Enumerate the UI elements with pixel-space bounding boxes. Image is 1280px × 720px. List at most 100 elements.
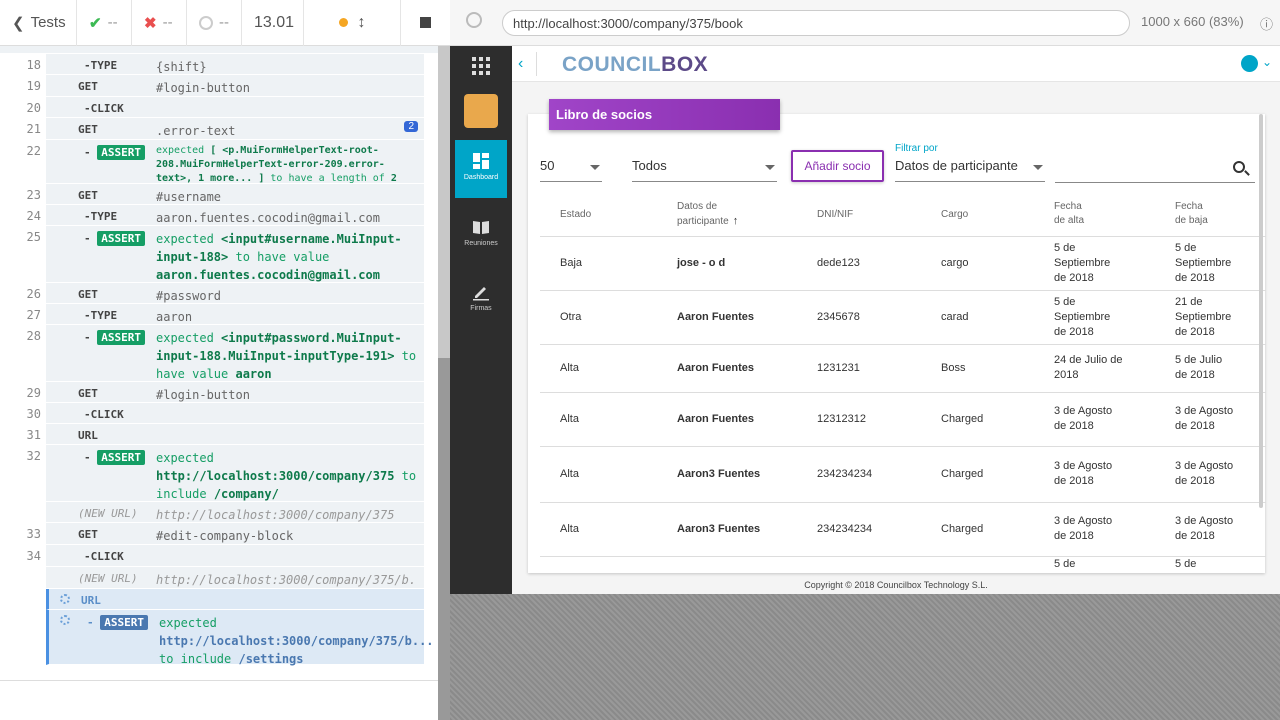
cell-alta: 3 de Agosto de 2018 (1034, 502, 1155, 557)
check-icon: ✔ (89, 14, 102, 32)
table-row[interactable]: Alta Aaron3 Fuentes 234234234 Charged 3 de A… (540, 446, 1266, 503)
col-estado[interactable]: Estado (540, 193, 657, 237)
command-row[interactable]: 29 GET #login-button (27, 382, 424, 403)
command-message: #password (156, 289, 222, 303)
message-part: /settings (238, 652, 304, 666)
command-row[interactable]: 33 GET #edit-company-block (27, 523, 424, 545)
message-part: http://localhost:3000/company/375/b... (159, 634, 434, 648)
command-row[interactable]: 18 -TYPE {shift} (27, 54, 424, 75)
cell-baja: 21 de Septiembre de 2018 (1155, 290, 1266, 345)
command-row[interactable]: 19 GET #login-button (27, 75, 424, 97)
command-name: GET (78, 189, 98, 202)
viewport-info: 1000 x 660 (83%) (1141, 14, 1244, 29)
user-icon[interactable] (1241, 55, 1258, 72)
cell-nombre: jose - o d (657, 236, 797, 291)
command-row[interactable]: 27 -TYPE aaron (27, 304, 424, 325)
command-name: GET (78, 80, 98, 93)
search-input[interactable] (1055, 182, 1255, 183)
stop-button[interactable] (401, 0, 450, 46)
command-number: 28 (26, 329, 41, 343)
command-name: GET (78, 288, 98, 301)
app-under-test: Dashboard Reuniones Firmas ‹ COUNCILBOX … (450, 46, 1280, 594)
selector-playground-icon[interactable] (466, 12, 482, 28)
chevron-down-icon[interactable]: ⌄ (1262, 55, 1272, 69)
command-row[interactable]: 20 -CLICK (27, 97, 424, 118)
table-row[interactable]: Alta Aaron Fuentes 1231231 Boss 24 de Julio … (540, 344, 1266, 393)
command-message: #username (156, 190, 222, 204)
nav-reuniones[interactable]: Reuniones (455, 206, 507, 264)
command-number: 23 (26, 188, 41, 202)
message-part: /company/ (213, 487, 279, 501)
table-row[interactable]: Otra Aaron Fuentes 2345678 carad 5 de Septie… (540, 290, 1266, 345)
app-sidebar: Dashboard Reuniones Firmas (450, 46, 512, 594)
divider (536, 52, 537, 76)
tests-nav-button[interactable]: ❮ Tests (0, 0, 77, 46)
cell-baja: 3 de Agosto de 2018 (1155, 392, 1266, 447)
nav-dashboard[interactable]: Dashboard (455, 140, 507, 198)
col-fecha-alta[interactable]: Fecha de alta (1034, 193, 1155, 237)
cell-nombre: Aaron3 Fuentes (657, 502, 797, 557)
cell-dni: 2345678 (797, 290, 921, 345)
cell-cargo: Charged (921, 446, 1034, 503)
message-part: expected (156, 451, 214, 465)
command-number: 32 (26, 449, 41, 463)
col-fecha-baja[interactable]: Fecha de baja (1155, 193, 1266, 237)
apps-grid-icon[interactable] (472, 57, 490, 75)
message-part: expected (156, 331, 214, 345)
command-number: 26 (26, 287, 41, 301)
command-row[interactable]: 26 GET #password (27, 283, 424, 304)
url-display[interactable]: http://localhost:3000/company/375/book (502, 10, 1130, 36)
filter-field-select[interactable]: Datos de participante (895, 158, 1045, 182)
cell-baja: 5 de Septiembre de 2018 (1155, 236, 1266, 291)
command-message: .error-text (156, 124, 236, 138)
nav-firmas[interactable]: Firmas (455, 271, 507, 329)
command-row[interactable]: 25 - ASSERT expected <input#username.MuiIn… (27, 226, 424, 283)
cell-baja: 5 de Julio de 2018 (1155, 344, 1266, 393)
status-filter-select[interactable]: Todos (632, 158, 777, 182)
message-part: to have value (235, 250, 330, 264)
command-row[interactable]: - ASSERT expected http://localhost:3000/c… (46, 610, 434, 666)
cell-estado: Alta (540, 392, 657, 447)
command-name: -TYPE (84, 59, 118, 72)
command-row[interactable]: 32 - ASSERT expected http://localhost:3000… (27, 445, 424, 502)
command-row[interactable]: 23 GET #username (27, 184, 424, 205)
failed-count: ✖ -- (132, 0, 187, 46)
table-row[interactable]: Alta Aaron Fuentes 12312312 Charged 3 de Ago… (540, 392, 1266, 447)
card-scrollbar[interactable] (1259, 114, 1263, 508)
col-cargo[interactable]: Cargo (921, 193, 1034, 237)
message-part: to have a length of (270, 173, 385, 184)
command-row[interactable]: 24 -TYPE aaron.fuentes.cocodin@gmail.com (27, 205, 424, 226)
assert-badge: ASSERT (97, 145, 145, 160)
reporter-scrollbar-thumb[interactable] (438, 358, 450, 720)
command-row[interactable]: 34 -CLICK (27, 545, 424, 567)
command-number: 29 (26, 386, 41, 400)
command-row[interactable]: 30 -CLICK (27, 403, 424, 424)
command-row[interactable]: (NEW URL) http://localhost:3000/company/3… (46, 567, 424, 589)
cell-baja: 3 de Agosto de 2018 (1155, 446, 1266, 503)
page-size-select[interactable]: 50 (540, 158, 602, 182)
table-row[interactable]: Alta Aaron3 Fuentes 234234234 Charged 3 de A… (540, 502, 1266, 557)
command-row[interactable]: 22 - ASSERT expected [ <p.MuiFormHelperTex… (27, 140, 424, 186)
autoscroll-icon[interactable]: ↕ (358, 14, 366, 32)
command-row[interactable]: (NEW URL) http://localhost:3000/company/3… (46, 502, 424, 523)
table-row[interactable]: Baja jose - o d dede123 cargo 5 de Septiembr… (540, 236, 1266, 291)
cell-estado: Otra (540, 290, 657, 345)
company-avatar[interactable] (464, 94, 498, 128)
search-icon[interactable] (1233, 161, 1245, 173)
back-icon[interactable]: ‹ (518, 55, 523, 73)
element-count-badge: 2 (404, 121, 418, 132)
info-icon[interactable]: ⓘ (1260, 14, 1273, 33)
col-dni[interactable]: DNI/NIF (797, 193, 921, 237)
cell-cargo: Charged (921, 502, 1034, 557)
col-participante[interactable]: Datos de participante ↑ (657, 193, 797, 237)
cell-dni: 234234234 (797, 502, 921, 557)
add-socio-button[interactable]: Añadir socio (791, 150, 884, 182)
command-row[interactable]: 21 GET .error-text 2 (27, 118, 424, 140)
command-row-partial (0, 46, 438, 54)
message-part: to include (159, 652, 232, 666)
command-message: expected [ <p.MuiFormHelperText-root-208… (156, 144, 418, 186)
command-row[interactable]: URL (46, 589, 424, 610)
command-row[interactable]: 28 - ASSERT expected <input#password.MuiIn… (27, 325, 424, 382)
command-row[interactable]: 31 URL (27, 424, 424, 445)
command-name: URL (81, 594, 101, 607)
